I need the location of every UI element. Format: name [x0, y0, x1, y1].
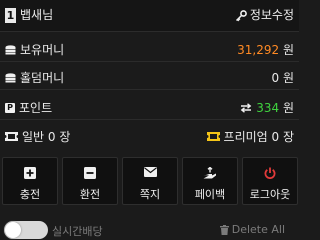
- power-icon: [264, 167, 276, 179]
- payback-hand-icon: [203, 167, 216, 179]
- coins-icon: [5, 72, 16, 82]
- envelope-icon: [143, 167, 157, 177]
- ticket-premium-label: 프리미엄 0 장: [223, 130, 294, 144]
- coins-icon: [5, 44, 16, 54]
- ticket-icon: [5, 132, 18, 141]
- balance-value-point: 334: [256, 101, 280, 115]
- balance-label-point: 포인트: [19, 101, 53, 115]
- tickets-row: 일반 0 장 프리미엄 0 장: [0, 128, 299, 150]
- ticket-icon: [206, 132, 220, 141]
- withdraw-label: 환전: [79, 188, 101, 201]
- balance-label-money: 보유머니: [20, 43, 65, 57]
- action-buttons: 충전 환전 쪽지 페이백 로그아웃: [2, 157, 298, 205]
- deposit-button[interactable]: 충전: [2, 157, 58, 205]
- edit-profile-label: 정보수정: [249, 8, 294, 22]
- point-icon: P: [5, 102, 15, 113]
- balance-unit-money: 원: [282, 43, 294, 57]
- payback-label: 페이백: [194, 188, 226, 201]
- balance-value-hold: 0: [271, 71, 280, 85]
- message-button[interactable]: 쪽지: [122, 157, 178, 205]
- edit-profile-link[interactable]: 정보수정: [235, 8, 294, 23]
- balance-row-money: 보유머니 31,292 원: [0, 36, 299, 62]
- exchange-arrows-icon[interactable]: [240, 103, 252, 113]
- ticket-normal-label: 일반 0 장: [22, 130, 71, 144]
- logout-button[interactable]: 로그아웃: [242, 157, 298, 205]
- balance-row-hold: 홀덤머니 0 원: [0, 64, 299, 90]
- trash-icon: [219, 224, 229, 235]
- toggle-knob: [5, 222, 21, 238]
- delete-all-label: Delete All: [231, 223, 285, 236]
- balance-unit-point: 원: [282, 101, 294, 115]
- live-odds-toggle[interactable]: [4, 221, 48, 239]
- ticket-normal: 일반 0 장: [5, 128, 70, 145]
- deposit-label: 충전: [19, 188, 41, 201]
- level-badge: 1: [5, 8, 16, 23]
- username: 뱁새님: [20, 8, 54, 22]
- user-header: 1 뱁새님 정보수정: [0, 0, 299, 32]
- live-odds-label: 실시간배당: [52, 225, 103, 238]
- message-label: 쪽지: [139, 188, 161, 201]
- key-icon: [235, 9, 247, 21]
- minus-square-icon: [84, 167, 96, 179]
- ticket-premium: 프리미엄 0 장: [206, 128, 294, 145]
- balance-value-money: 31,292: [237, 43, 280, 57]
- balance-unit-hold: 원: [282, 71, 294, 85]
- logout-label: 로그아웃: [249, 188, 291, 201]
- plus-square-icon: [24, 167, 36, 179]
- balance-label-hold: 홀덤머니: [20, 71, 65, 85]
- delete-all-button[interactable]: Delete All: [219, 223, 285, 236]
- withdraw-button[interactable]: 환전: [62, 157, 118, 205]
- account-panel: 1 뱁새님 정보수정 보유머니 31,292 원 홀덤머니 0 원 P 포인트 …: [0, 0, 299, 240]
- balance-row-point: P 포인트 334 원: [0, 94, 299, 120]
- footer-bar: 실시간배당 Delete All: [0, 217, 299, 240]
- payback-button[interactable]: 페이백: [182, 157, 238, 205]
